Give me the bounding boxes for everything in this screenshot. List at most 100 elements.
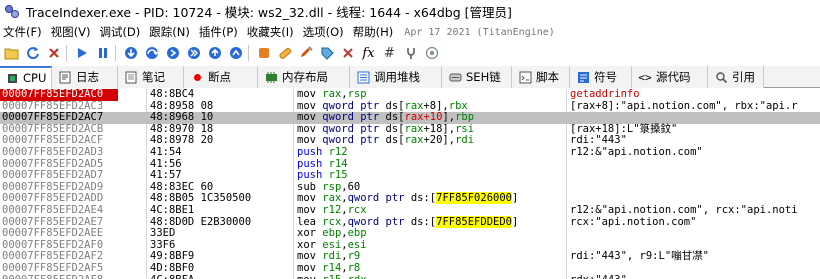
instruction-token: r9: [347, 250, 361, 263]
close-icon[interactable]: [44, 44, 63, 62]
tab-log-label: 日志: [76, 70, 99, 84]
instruction-bytes: 41:57: [150, 169, 182, 182]
execute-till-return-icon[interactable]: [205, 44, 224, 62]
menu-help[interactable]: 帮助(H): [349, 24, 399, 40]
instruction-token: +20],: [423, 134, 456, 147]
restart-icon[interactable]: [23, 44, 42, 62]
instruction-token: sub: [297, 180, 323, 193]
menu-debug[interactable]: 调试(D): [95, 24, 145, 40]
disasm-row[interactable]: 00007FF85EFD2AD5 41:56 push r14: [0, 157, 820, 171]
trace-into-icon[interactable]: [163, 44, 182, 62]
tab-notes[interactable]: 笔记: [118, 66, 184, 88]
tab-memory-map[interactable]: 内存布局: [258, 66, 350, 88]
instruction-token: rax: [404, 122, 424, 135]
run-icon[interactable]: [72, 44, 91, 62]
instruction-token: mov: [297, 203, 323, 216]
instruction-token: r14: [328, 157, 348, 170]
instruction-token: ds: [410, 215, 424, 228]
about-icon[interactable]: [422, 44, 441, 62]
instruction-token: qword ptr: [347, 192, 411, 205]
open-icon[interactable]: [2, 44, 21, 62]
instruction-token: ]: [511, 215, 519, 228]
menu-options[interactable]: 选项(O): [299, 24, 349, 40]
title-bar: TraceIndexer.exe - PID: 10724 - 模块: ws2_…: [0, 0, 820, 22]
memory-map-icon: [264, 70, 278, 84]
disasm-row[interactable]: 00007FF85EFD2AF2 49:8BF9 mov rdi,r9 rdi:"44…: [0, 251, 820, 263]
cpu-icon: [6, 71, 19, 85]
instruction-token: rax: [322, 89, 342, 100]
instruction-token: r12: [322, 203, 342, 216]
tab-seh[interactable]: SEH链: [442, 66, 512, 88]
instruction-token: mov: [297, 122, 323, 135]
instruction-token: xor: [297, 227, 323, 240]
tab-breakpoints[interactable]: 断点: [184, 66, 258, 88]
instruction-token: rax+10: [404, 111, 443, 124]
instruction-comment: r12:&"api.notion.com": [570, 145, 703, 158]
run-to-user-code-icon[interactable]: [226, 44, 245, 62]
instruction-token: qword ptr: [322, 99, 386, 112]
tab-bar: CPU 日志 笔记 断点 内存布局 调用堆栈 SEH链 脚本 符号 <> 源代码…: [0, 66, 820, 88]
instruction-comment: rcx:"api.notion.com": [570, 215, 697, 228]
tab-script[interactable]: 脚本: [512, 66, 570, 88]
comment-icon[interactable]: [296, 44, 315, 62]
hash-icon[interactable]: #: [380, 44, 399, 62]
notes-icon: [124, 70, 138, 84]
attach-icon[interactable]: [401, 44, 420, 62]
tab-call-stack[interactable]: 调用堆栈: [350, 66, 442, 88]
instruction-comment: rdx:"443": [570, 274, 627, 279]
bookmark-icon[interactable]: [338, 44, 357, 62]
menu-file[interactable]: 文件(F): [0, 24, 47, 40]
menu-favourites[interactable]: 收藏夹(I): [243, 24, 299, 40]
tab-source-label: 源代码: [656, 70, 691, 84]
x64dbg-app-icon: [4, 3, 20, 19]
instruction-token: mov: [297, 111, 323, 124]
instruction-token: r15: [328, 169, 348, 182]
patch-icon[interactable]: [275, 44, 294, 62]
disasm-row[interactable]: 00007FF85EFD2AD7 41:57 push r15: [0, 169, 820, 182]
toolbar-separator: [115, 45, 116, 61]
instruction-token: rdi: [322, 250, 342, 263]
function-icon[interactable]: fx: [359, 44, 378, 62]
tab-call-stack-label: 调用堆栈: [374, 70, 420, 84]
step-into-icon[interactable]: [121, 44, 140, 62]
disasm-row[interactable]: 00007FF85EFD2AD3 41:54 push r12 r12:&"api.n…: [0, 145, 820, 159]
instruction-text: mov r15,rdx: [297, 274, 367, 279]
disassembly-view[interactable]: 00007FF85EFD2AC0 48:8BC4 mov rax,rsp getadd…: [0, 89, 820, 279]
tab-symbols[interactable]: 符号: [570, 66, 632, 88]
tab-script-label: 脚本: [536, 70, 559, 84]
instruction-comment: r12:&"api.notion.com", rcx:"api.noti: [570, 203, 798, 216]
instruction-token: qword ptr: [322, 134, 386, 147]
toolbar-separator: [248, 45, 249, 61]
instruction-comment: [rax+8]:"api.notion.com", rbx:"api.r: [570, 99, 798, 112]
tab-references[interactable]: 引用: [708, 66, 764, 88]
instruction-token: push: [297, 157, 329, 170]
instruction-token: ds: [385, 111, 399, 124]
pause-icon[interactable]: [93, 44, 112, 62]
symbols-icon: [576, 70, 590, 84]
menu-view[interactable]: 视图(V): [47, 24, 96, 40]
tab-cpu[interactable]: CPU: [0, 66, 52, 88]
instruction-token: rbx: [448, 99, 468, 112]
tab-seh-label: SEH链: [466, 70, 501, 84]
instruction-token: rsp: [347, 89, 367, 100]
disasm-row[interactable]: 00007FF85EFD2AE7 48:8D0D E2B30000 lea rcx,…: [0, 215, 820, 229]
instruction-token: rax: [404, 134, 424, 147]
scylla-icon[interactable]: [254, 44, 273, 62]
disasm-row[interactable]: 00007FF85EFD2AF5 4D:8BF0 mov r14,r8: [0, 261, 820, 275]
instruction-token: ebp: [322, 227, 342, 240]
instruction-token: rdi: [455, 134, 475, 147]
instruction-bytes: 4D:8BF0: [150, 261, 195, 274]
menu-plugins[interactable]: 插件(P): [195, 24, 243, 40]
instruction-token: ds: [385, 122, 399, 135]
tab-source[interactable]: <> 源代码: [632, 66, 708, 88]
menu-trace[interactable]: 跟踪(N): [145, 24, 195, 40]
trace-over-icon[interactable]: [184, 44, 203, 62]
disasm-row[interactable]: 00007FF85EFD2AF8 4C:8BFA mov r15,rdx rdx:"4…: [0, 274, 820, 279]
label-icon[interactable]: [317, 44, 336, 62]
disasm-row[interactable]: 00007FF85EFD2AEE 33ED xor ebp,ebp: [0, 227, 820, 240]
instruction-token: lea: [297, 215, 323, 228]
tab-notes-label: 笔记: [142, 70, 165, 84]
step-over-icon[interactable]: [142, 44, 161, 62]
instruction-token: ds: [385, 99, 399, 112]
tab-log[interactable]: 日志: [52, 66, 118, 88]
